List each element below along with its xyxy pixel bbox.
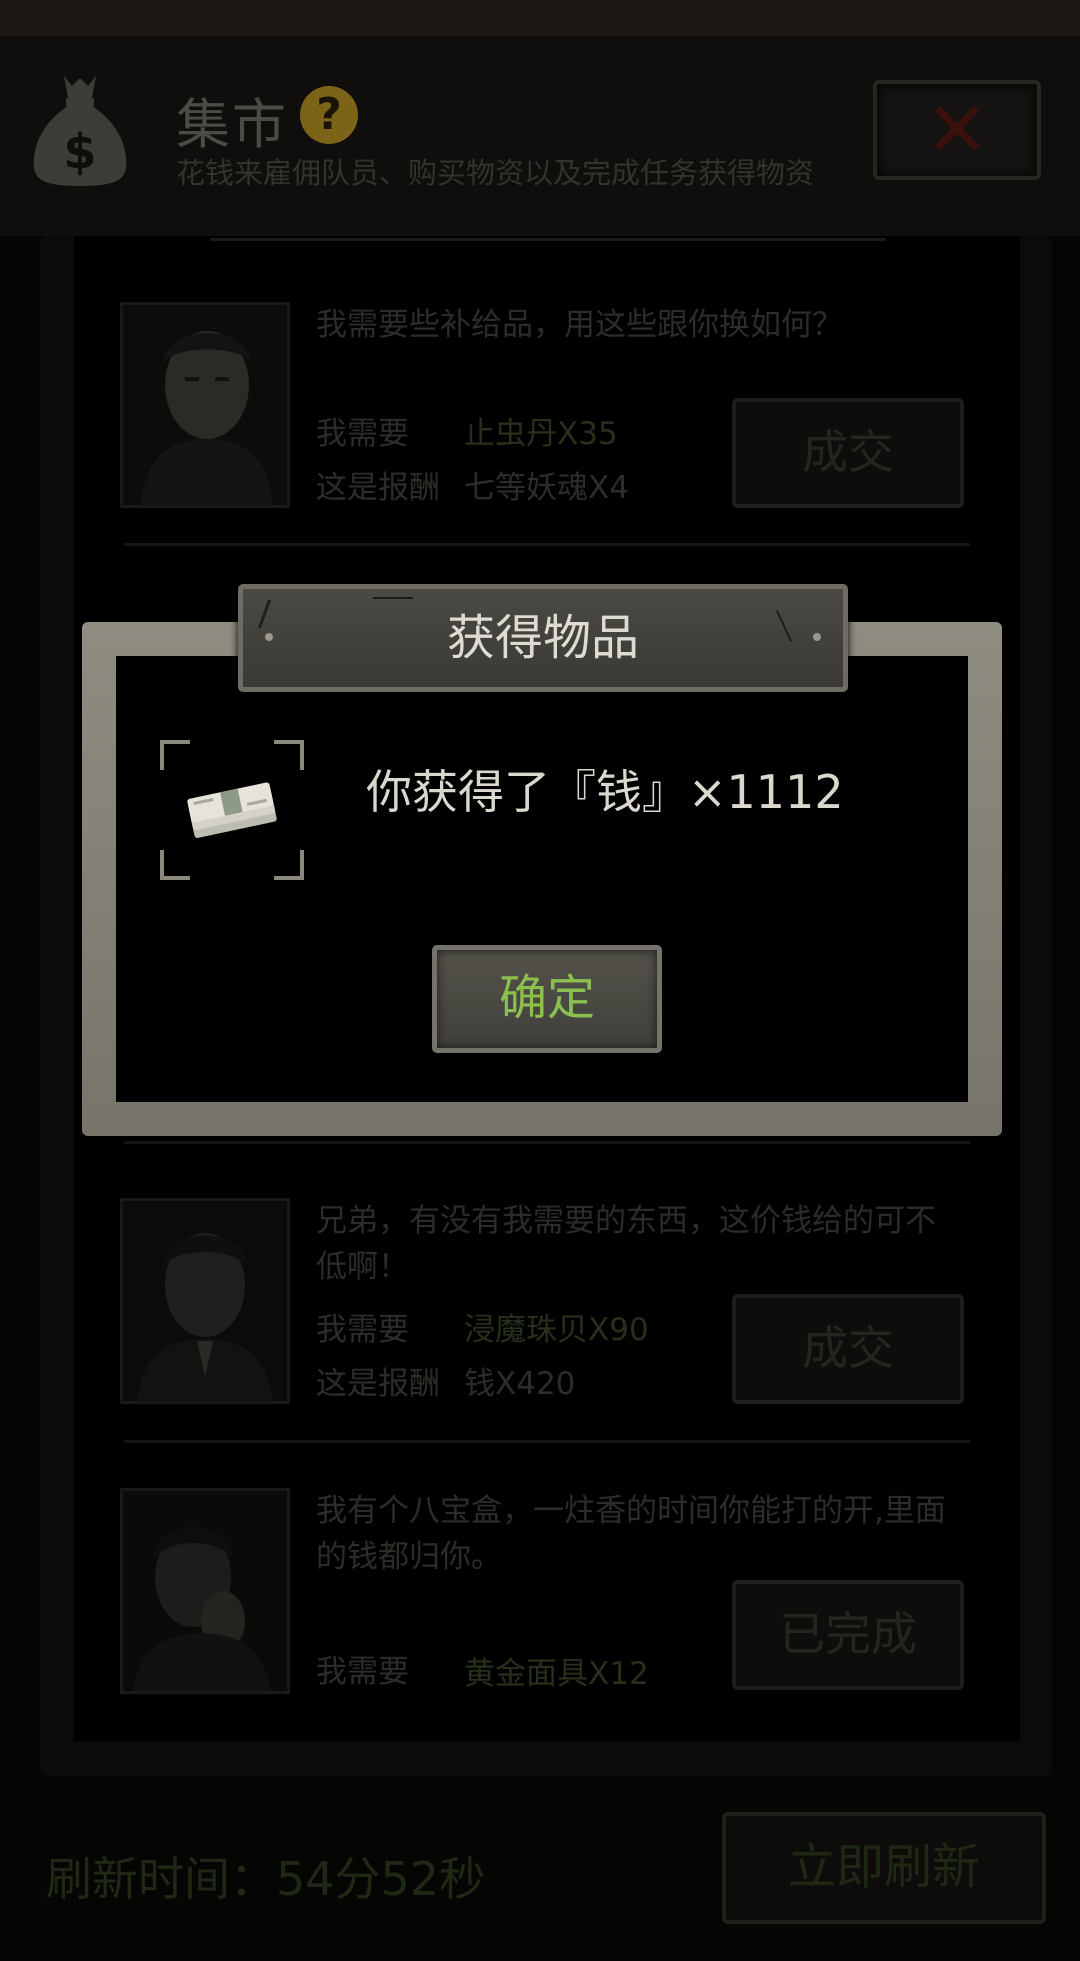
gain-message: 你获得了『钱』×1112 [366,765,844,819]
refresh-now-button[interactable]: 立即刷新 [722,1812,1046,1924]
slot-corner [274,740,304,770]
card-divider [124,1440,970,1443]
trader-portrait [120,1198,290,1404]
market-header: $ 集市 ? 花钱来雇佣队员、购买物资以及完成任务获得物资 ✕ [0,36,1080,236]
close-button[interactable]: ✕ [873,80,1041,180]
reward-value: 七等妖魂X4 [464,470,629,506]
reward-label: 这是报酬 [316,1366,440,1402]
need-label: 我需要 [316,416,409,452]
need-label: 我需要 [316,1654,409,1690]
status-bar [0,0,1080,36]
dialog-title: 获得物品 [446,610,639,666]
need-value: 浸魔珠贝X90 [464,1312,649,1348]
trade-message: 兄弟，有没有我需要的东西，这价钱给的可不低啊！ [316,1203,936,1285]
card-divider [124,543,970,546]
slot-corner [160,850,190,880]
slot-corner [274,850,304,880]
trade-card: 我有个八宝盒，一炷香的时间你能打的开,里面的钱都归你。 我需要 黄金面具X12 … [120,1488,972,1698]
trader-portrait [120,1488,290,1694]
money-bag-icon: $ [33,76,127,186]
trade-card: 我需要些补给品，用这些跟你换如何？ 我需要 止虫丹X35 这是报酬 七等妖魂X4… [120,302,972,512]
page-title: 集市 [176,93,288,156]
trader-portrait [120,302,290,508]
item-slot [160,740,304,880]
help-icon[interactable]: ? [300,86,358,144]
need-value: 黄金面具X12 [464,1656,649,1692]
reward-value: 钱X420 [464,1366,576,1402]
refresh-timer: 刷新时间：54分52秒 [46,1852,486,1906]
slot-corner [160,740,190,770]
money-stack-icon [187,782,277,838]
card-divider [124,1141,970,1144]
need-label: 我需要 [316,1312,409,1348]
trade-card: 兄弟，有没有我需要的东西，这价钱给的可不低啊！ 我需要 浸魔珠贝X90 这是报酬… [120,1198,972,1408]
close-icon: ✕ [925,85,989,174]
page-subtitle: 花钱来雇佣队员、购买物资以及完成任务获得物资 [176,156,815,190]
need-value: 止虫丹X35 [464,416,618,452]
deal-button[interactable]: 成交 [732,1294,964,1404]
dialog-title-plate: 获得物品 [238,584,848,692]
completed-button[interactable]: 已完成 [732,1580,964,1690]
deal-button[interactable]: 成交 [732,398,964,508]
confirm-button[interactable]: 确定 [432,945,662,1053]
bag-dollar-glyph: $ [63,124,96,180]
reward-label: 这是报酬 [316,470,440,506]
trade-message: 我有个八宝盒，一炷香的时间你能打的开,里面的钱都归你。 [316,1493,946,1575]
trade-message: 我需要些补给品，用这些跟你换如何？ [316,307,843,343]
panel-top-divider [210,238,886,241]
